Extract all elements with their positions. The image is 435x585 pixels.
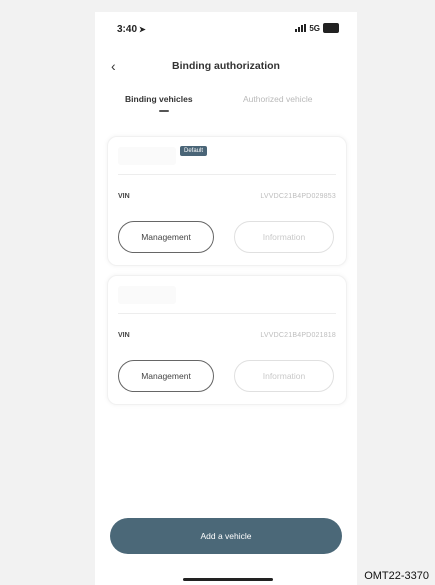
tab-binding-vehicles[interactable]: Binding vehicles: [125, 94, 193, 104]
network-label: 5G: [309, 23, 320, 33]
vin-value: LVVDC21B4PD029853: [260, 193, 336, 200]
information-button[interactable]: Information: [234, 221, 334, 253]
vin-label: VIN: [118, 332, 130, 339]
nav-bar: ‹ Binding authorization: [95, 56, 357, 80]
status-time-text: 3:40: [117, 24, 138, 35]
battery-icon: [323, 23, 339, 33]
active-tab-indicator: [159, 110, 169, 112]
divider: [118, 174, 336, 175]
add-vehicle-button[interactable]: Add a vehicle: [110, 518, 342, 554]
status-bar: 3:40 ➤ 5G: [95, 12, 357, 48]
management-button[interactable]: Management: [118, 360, 214, 392]
vin-label: VIN: [118, 193, 130, 200]
vehicle-name: [118, 147, 176, 165]
default-badge: Default: [180, 146, 208, 156]
phone-screen: 3:40 ➤ 5G ‹ Binding authorization Binding…: [95, 12, 357, 585]
figure-code: OMT22-3370: [362, 570, 431, 582]
information-button[interactable]: Information: [234, 360, 334, 392]
signal-icon: [295, 24, 307, 32]
status-time: 3:40 ➤: [117, 24, 146, 35]
divider: [118, 313, 336, 314]
vehicle-card: VIN LVVDC21B4PD021818 Management Informa…: [107, 275, 347, 405]
home-indicator: [183, 578, 273, 581]
tab-authorized-vehicle[interactable]: Authorized vehicle: [243, 94, 312, 104]
management-button[interactable]: Management: [118, 221, 214, 253]
status-indicators: 5G: [295, 23, 339, 33]
vin-value: LVVDC21B4PD021818: [260, 332, 336, 339]
location-arrow-icon: ➤: [139, 25, 146, 34]
vehicle-name: [118, 286, 176, 304]
vehicle-card: Default VIN LVVDC21B4PD029853 Management…: [107, 136, 347, 266]
tab-bar: Binding vehicles Authorized vehicle: [95, 90, 357, 120]
page-title: Binding authorization: [172, 60, 280, 72]
